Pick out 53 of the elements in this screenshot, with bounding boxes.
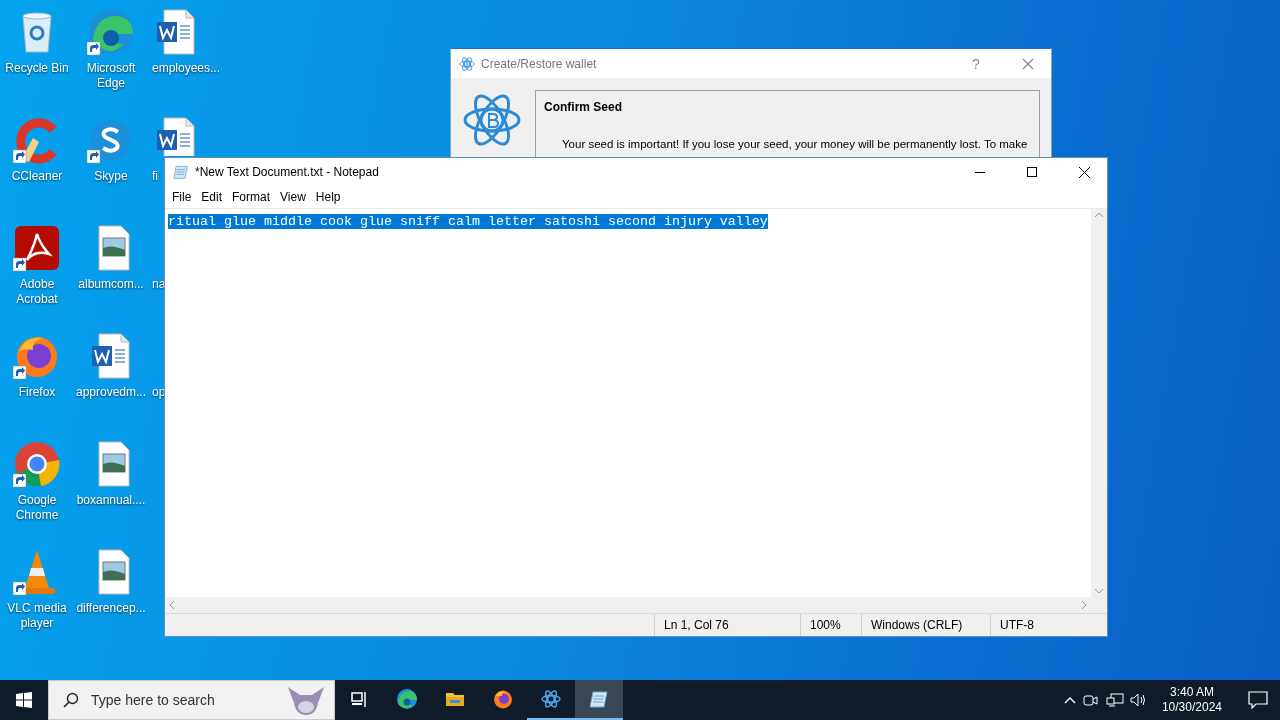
browser-icon[interactable] [397,689,417,709]
desktop-icon-label[interactable]: approvedm... [75,385,146,400]
desktop-icon-label[interactable]: Adobe Acrobat [1,277,73,307]
taskbar-app[interactable] [575,680,623,720]
panel-heading: Confirm Seed [544,100,623,114]
clock[interactable]: 3:40 AM 10/30/2024 [1153,685,1230,715]
desktop-icon-label[interactable]: differencep... [76,601,146,616]
atom-icon[interactable] [541,689,561,709]
status-field: Ln 1, Col 76 [654,614,800,636]
menu-item[interactable]: File [167,190,197,204]
search-field[interactable]: Type here to search [89,691,276,709]
network-icon[interactable] [1105,692,1124,708]
search-bar[interactable]: Type here to search [48,680,335,720]
notepad-icon [173,164,189,180]
maximize-icon[interactable] [1027,167,1037,177]
menu-item[interactable]: Edit [196,190,228,204]
volume-icon[interactable] [1129,692,1148,708]
chevron-up-icon[interactable] [1063,696,1076,704]
atom-icon [459,55,475,72]
help-button[interactable]: ? [953,55,999,72]
text-content[interactable]: ritual glue middle cook glue sniff calm letter satoshi second injury valley [168,214,768,229]
notepad-icon[interactable] [589,689,609,709]
desktop-icon-label[interactable]: Skype [94,169,128,184]
desktop-icon-label[interactable]: VLC media player [1,601,73,631]
desktop-icon-label[interactable]: Recycle Bin [5,61,69,76]
menu-item[interactable]: Help [310,190,346,204]
app-icon[interactable] [13,440,61,488]
notification-icon[interactable] [1248,691,1268,709]
close-icon[interactable] [1078,166,1090,178]
app-icon[interactable] [13,224,61,272]
task-view-icon[interactable] [349,689,369,709]
desktop-icon-label[interactable]: albumcom... [78,277,144,292]
seed-message: Your seed is important! If you lose your seed, your money will be permanently lost. To make [562,138,1029,150]
status-field: Windows (CRLF) [861,614,990,636]
menu-item[interactable]: View [275,190,311,204]
desktop-icon-label[interactable]: Microsoft Edge [75,61,147,91]
menu-item[interactable]: Format [227,190,276,204]
camera-icon[interactable] [1081,692,1100,708]
desktop-icon-label[interactable]: CCleaner [11,169,63,184]
browser-icon[interactable] [493,689,513,709]
window-title: *New Text Document.txt - Notepad [195,165,380,179]
desktop-icon-label[interactable]: op [152,385,166,400]
windows-logo-icon[interactable] [16,692,32,708]
desktop-icon-label[interactable]: Firefox [18,385,56,400]
window-title: Create/Restore wallet [481,56,598,71]
desktop-icon-label[interactable]: fi [152,169,158,184]
desktop-icon-label[interactable]: boxannual.... [76,493,146,508]
desktop-icon-label[interactable]: employees... [152,61,221,76]
search-icon [63,692,79,708]
status-field: UTF-8 [990,614,1107,636]
status-field: 100% [800,614,861,636]
app-icon[interactable] [87,8,135,56]
desktop-icon-label[interactable]: Google Chrome [1,493,73,523]
